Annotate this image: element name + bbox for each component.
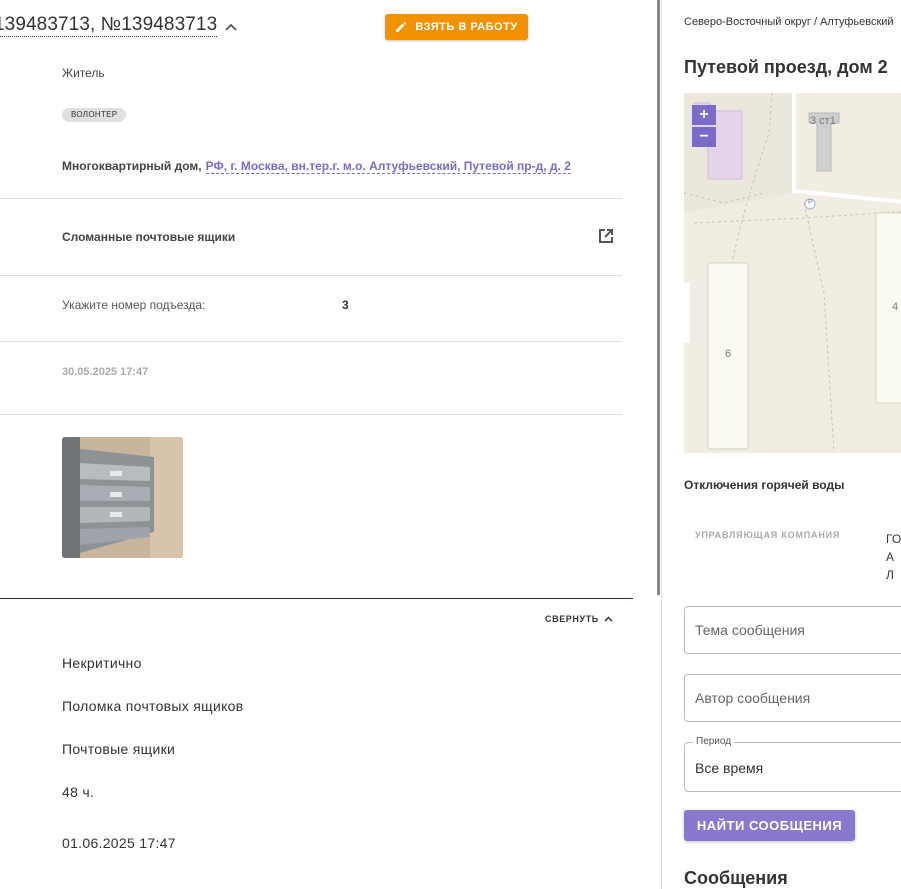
open-external-icon[interactable] bbox=[596, 226, 616, 246]
priority-value: Некритично bbox=[62, 655, 142, 671]
ticket-header[interactable]: 139483713, №139483713 bbox=[0, 14, 237, 37]
building-label: 3 ст1 bbox=[810, 115, 836, 127]
building-title: Путевой проезд, дом 2 bbox=[684, 57, 888, 77]
chevron-up-icon bbox=[604, 614, 613, 624]
management-company-value: ГО АЛ bbox=[886, 530, 901, 584]
zoom-out-button[interactable]: − bbox=[692, 127, 716, 147]
pencil-icon bbox=[396, 21, 407, 32]
take-to-work-button[interactable]: ВЗЯТЬ В РАБОТУ bbox=[385, 14, 528, 40]
attachment-photo[interactable] bbox=[62, 437, 183, 558]
chevron-up-icon[interactable] bbox=[225, 18, 237, 34]
ticket-title[interactable]: 139483713, №139483713 bbox=[0, 14, 218, 37]
created-date: 30.05.2025 17:47 bbox=[62, 366, 149, 378]
divider bbox=[0, 275, 622, 276]
building-label: 4 bbox=[892, 301, 899, 313]
management-company-value-text: ГО АЛ bbox=[886, 532, 901, 582]
section-divider bbox=[0, 598, 633, 599]
subject-input[interactable] bbox=[684, 606, 901, 654]
divider bbox=[0, 414, 622, 415]
side-panel: Северо-Восточный округ / Алтуфьевский Пу… bbox=[662, 0, 901, 889]
problem-title: Сломанные почтовые ящики bbox=[62, 230, 236, 244]
entrance-question: Укажите номер подъезда: bbox=[62, 298, 206, 312]
breadcrumb: Северо-Восточный округ / Алтуфьевский bbox=[684, 16, 894, 28]
ticket-panel: 139483713, №139483713 ВЗЯТЬ В РАБОТУ Жит… bbox=[0, 0, 660, 889]
address-link[interactable]: РФ, г. Москва, вн.тер.г. м.о. Алтуфьевск… bbox=[205, 159, 571, 174]
divider bbox=[0, 198, 622, 199]
management-company-label: УПРАВЛЯЮЩАЯ КОМПАНИЯ bbox=[695, 530, 841, 540]
map[interactable]: + − 3 ст1 6 4 P bbox=[684, 93, 901, 453]
entrance-answer: 3 bbox=[342, 298, 349, 312]
building-label: 6 bbox=[725, 348, 732, 360]
period-select[interactable]: Период Все время bbox=[684, 736, 901, 792]
period-label: Период bbox=[693, 736, 735, 747]
category-value: Поломка почтовых ящиков bbox=[62, 698, 244, 714]
deadline-value: 48 ч. bbox=[62, 784, 95, 800]
scrollbar[interactable] bbox=[657, 0, 660, 595]
parking-icon: P bbox=[808, 199, 813, 206]
map-canvas[interactable] bbox=[684, 93, 901, 453]
find-messages-button[interactable]: НАЙТИ СООБЩЕНИЯ bbox=[684, 810, 855, 841]
author-role: Житель bbox=[62, 66, 105, 80]
collapse-label: СВЕРНУТЬ bbox=[545, 614, 599, 624]
volunteer-badge: ВОЛОНТЕР bbox=[62, 108, 127, 122]
subcategory-value: Почтовые ящики bbox=[62, 741, 176, 757]
messages-title: Сообщения bbox=[684, 868, 788, 888]
address: Многоквартирный дом, РФ, г. Москва, вн.те… bbox=[62, 159, 571, 174]
zoom-in-button[interactable]: + bbox=[692, 105, 716, 125]
period-value: Все время bbox=[695, 760, 764, 776]
due-date-value: 01.06.2025 17:47 bbox=[62, 835, 176, 851]
divider bbox=[0, 341, 622, 342]
take-to-work-label: ВЗЯТЬ В РАБОТУ bbox=[415, 21, 518, 33]
address-type: Многоквартирный дом, bbox=[62, 159, 202, 173]
outage-title: Отключения горячей воды bbox=[684, 478, 845, 492]
collapse-button[interactable]: СВЕРНУТЬ bbox=[545, 614, 613, 624]
author-input[interactable] bbox=[684, 674, 901, 722]
